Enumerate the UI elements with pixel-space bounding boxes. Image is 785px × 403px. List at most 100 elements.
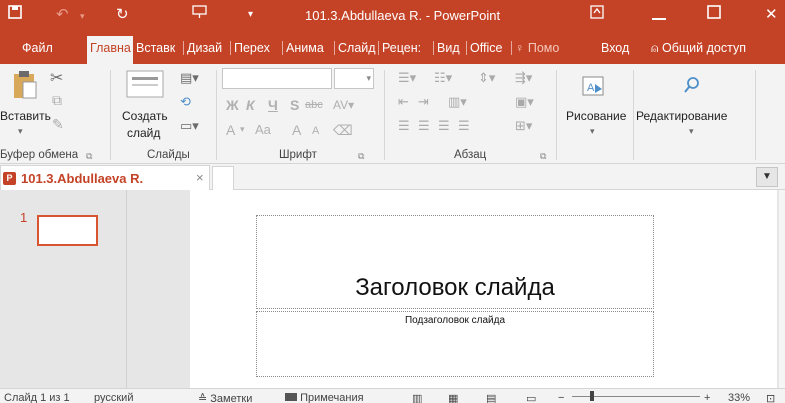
tell-me-box[interactable]: ♀ Помо	[511, 41, 559, 55]
new-tab-button[interactable]	[212, 166, 234, 190]
share-label: Общий доступ	[662, 41, 746, 55]
close-tab-icon[interactable]: ×	[196, 170, 204, 185]
subtitle-placeholder[interactable]: Подзаголовок слайда	[256, 311, 654, 377]
tab-insert[interactable]: Вставк	[136, 41, 175, 55]
zoom-out-icon[interactable]: −	[558, 392, 564, 403]
group-divider	[110, 70, 111, 160]
char-spacing-icon[interactable]: AV▾	[333, 98, 354, 112]
save-icon[interactable]	[8, 5, 22, 23]
vertical-scrollbar[interactable]	[779, 190, 785, 388]
paragraph-launcher-icon[interactable]: ⧉	[540, 151, 546, 162]
clear-formatting-icon[interactable]: ⌫	[333, 122, 353, 139]
tab-transitions[interactable]: Перех	[230, 41, 270, 55]
align-text-icon[interactable]: ▣▾	[515, 94, 534, 110]
document-tab-name: 101.3.Abdullaeva R.	[21, 171, 144, 186]
tab-office[interactable]: Office	[466, 41, 502, 55]
comments-icon	[285, 393, 297, 401]
comments-button[interactable]: Примечания	[285, 392, 364, 403]
font-color-button[interactable]: A	[226, 122, 235, 138]
underline-button[interactable]: Ч	[268, 97, 278, 113]
paragraph-group-label: Абзац	[454, 149, 487, 161]
italic-button[interactable]: К	[246, 97, 255, 113]
minimize-icon[interactable]	[652, 9, 666, 26]
smartart-icon[interactable]: ⊞▾	[515, 118, 532, 134]
undo-icon[interactable]: ↶	[56, 5, 69, 23]
title-bar: ↶ ▾ ↻ ▾ 101.3.Abdullaeva R. - PowerPoint…	[0, 0, 785, 32]
layout-icon[interactable]: ▤▾	[180, 70, 199, 86]
notes-button[interactable]: ≙ Заметки	[198, 392, 252, 403]
shadow-button[interactable]: S	[290, 97, 299, 113]
numbering-icon[interactable]: ☷▾	[434, 70, 452, 86]
reading-view-icon[interactable]: ▤	[486, 392, 496, 403]
slide-thumbnails-pane: 1	[0, 190, 127, 388]
new-slide-label-line2: слайд	[127, 126, 161, 140]
zoom-slider-thumb[interactable]	[590, 391, 594, 401]
powerpoint-file-icon: P	[3, 172, 16, 185]
font-launcher-icon[interactable]: ⧉	[358, 151, 364, 162]
ribbon-display-options-icon[interactable]	[590, 5, 604, 23]
clipboard-launcher-icon[interactable]: ⧉	[86, 151, 92, 162]
font-size-input[interactable]: ▾	[334, 68, 374, 89]
editing-label: Редактирование	[636, 109, 728, 123]
slides-group-label: Слайды	[147, 149, 190, 161]
slide-sorter-icon[interactable]: ▦	[448, 392, 458, 403]
title-placeholder[interactable]: Заголовок слайда	[256, 215, 654, 309]
cut-icon[interactable]: ✂	[50, 68, 63, 88]
shrink-font-button[interactable]: A	[312, 125, 319, 137]
group-divider	[216, 70, 217, 160]
grow-font-button[interactable]: A	[292, 122, 301, 138]
search-icon	[683, 76, 701, 97]
slide-subtitle: Подзаголовок слайда	[404, 315, 506, 326]
increase-indent-icon[interactable]: ⇥	[418, 94, 429, 110]
format-painter-icon[interactable]: ✎	[52, 116, 64, 133]
zoom-level[interactable]: 33%	[728, 392, 750, 403]
clipboard-group-label: Буфер обмена	[0, 149, 79, 161]
bold-button[interactable]: Ж	[226, 97, 239, 113]
columns-icon[interactable]: ▥▾	[448, 94, 467, 110]
change-case-button[interactable]: Aa	[255, 122, 271, 137]
tab-slideshow[interactable]: Слайд	[334, 41, 376, 55]
present-from-start-icon[interactable]	[192, 5, 208, 23]
section-icon[interactable]: ▭▾	[180, 118, 199, 134]
line-spacing-icon[interactable]: ⇕▾	[478, 70, 495, 86]
fit-to-window-icon[interactable]: ⊡	[766, 392, 775, 403]
close-icon[interactable]: ✕	[765, 5, 778, 23]
group-divider	[556, 70, 557, 160]
tab-animations[interactable]: Анима	[282, 41, 324, 55]
zoom-in-icon[interactable]: +	[704, 392, 710, 403]
copy-icon[interactable]: ⧉	[52, 92, 62, 109]
language-indicator[interactable]: русский	[94, 392, 133, 403]
align-right-icon[interactable]: ☰	[438, 118, 450, 134]
justify-icon[interactable]: ☰	[458, 118, 470, 134]
font-color-dropdown-icon[interactable]: ▾	[240, 124, 245, 135]
slideshow-view-icon[interactable]: ▭	[526, 392, 536, 403]
bullets-icon[interactable]: ☰▾	[398, 70, 416, 86]
tab-file[interactable]: Файл	[22, 41, 53, 55]
new-slide-label-line1: Создать	[122, 109, 168, 123]
strikethrough-button[interactable]: abc	[305, 99, 323, 111]
tab-design[interactable]: Дизай	[183, 41, 222, 55]
tab-list-dropdown-icon[interactable]: ▼	[756, 167, 778, 187]
drawing-dropdown-icon: ▾	[590, 126, 595, 136]
customize-qat-icon[interactable]: ▾	[248, 9, 253, 20]
share-button[interactable]: ⍝ Общий доступ	[651, 41, 746, 56]
document-tab[interactable]: P 101.3.Abdullaeva R. ×	[0, 165, 210, 190]
tab-view[interactable]: Вид	[433, 41, 460, 55]
reset-icon[interactable]: ⟲	[180, 94, 191, 110]
tab-review[interactable]: Рецен:	[378, 41, 421, 55]
undo-dropdown-icon[interactable]: ▾	[80, 11, 85, 22]
sign-in-link[interactable]: Вход	[601, 41, 629, 55]
redo-icon[interactable]: ↻	[116, 5, 129, 23]
slide-canvas[interactable]: Заголовок слайда Подзаголовок слайда	[190, 190, 777, 388]
font-name-input[interactable]	[222, 68, 332, 89]
group-divider	[755, 70, 756, 160]
normal-view-icon[interactable]: ▥	[412, 392, 422, 403]
align-center-icon[interactable]: ☰	[418, 118, 430, 134]
text-direction-icon[interactable]: ⇶▾	[515, 70, 532, 86]
decrease-indent-icon[interactable]: ⇤	[398, 94, 409, 110]
slide-thumbnail[interactable]	[37, 215, 98, 246]
align-left-icon[interactable]: ☰	[398, 118, 410, 134]
maximize-icon[interactable]	[707, 5, 721, 23]
window-title: 101.3.Abdullaeva R. - PowerPoint	[305, 8, 501, 23]
tab-home[interactable]: Главна	[87, 36, 133, 64]
